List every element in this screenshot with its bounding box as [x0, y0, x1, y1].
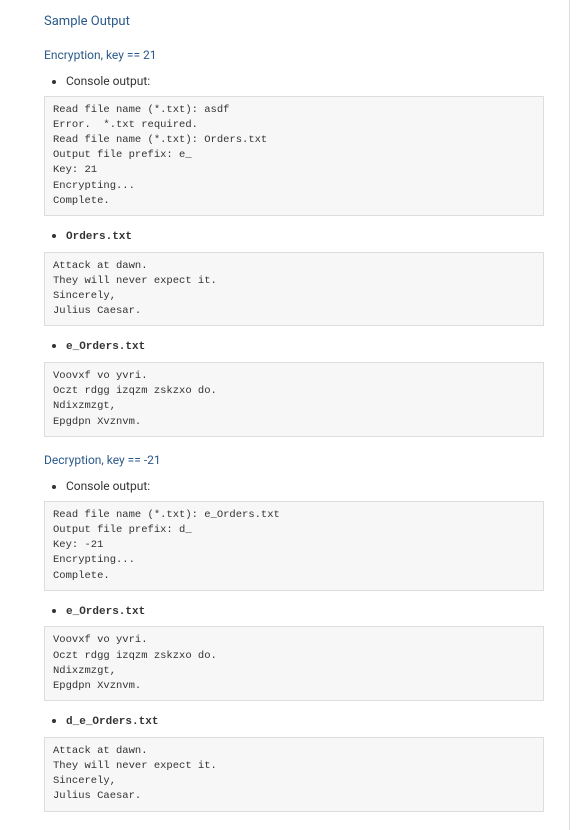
decryption-file1-label-list: e_Orders.txt [66, 601, 544, 621]
decryption-file2-label-list: d_e_Orders.txt [66, 711, 544, 731]
encryption-heading: Encryption, key == 21 [44, 46, 544, 64]
page-container: Sample Output Encryption, key == 21 Cons… [0, 0, 588, 830]
encryption-file2-label-list: e_Orders.txt [66, 336, 544, 356]
decryption-heading: Decryption, key == -21 [44, 451, 544, 469]
decryption-file2-label: d_e_Orders.txt [66, 716, 158, 728]
encryption-file2-label: e_Orders.txt [66, 341, 145, 353]
sample-output-heading: Sample Output [44, 12, 544, 32]
list-item: d_e_Orders.txt [66, 711, 544, 731]
list-item: e_Orders.txt [66, 601, 544, 621]
list-item: e_Orders.txt [66, 336, 544, 356]
encryption-console-label: Console output: [66, 72, 544, 90]
list-item: Orders.txt [66, 226, 544, 246]
decryption-console-output: Read file name (*.txt): e_Orders.txt Out… [44, 501, 544, 591]
encryption-file1-label-list: Orders.txt [66, 226, 544, 246]
encryption-file1-contents: Attack at dawn. They will never expect i… [44, 252, 544, 327]
encryption-file2-contents: Voovxf vo yvri. Oczt rdgg izqzm zskzxo d… [44, 362, 544, 437]
encryption-console-output: Read file name (*.txt): asdf Error. *.tx… [44, 96, 544, 217]
content-wrap: Sample Output Encryption, key == 21 Cons… [8, 12, 580, 812]
decryption-console-label: Console output: [66, 477, 544, 495]
decryption-file1-contents: Voovxf vo yvri. Oczt rdgg izqzm zskzxo d… [44, 626, 544, 701]
content-right-border [569, 0, 570, 830]
decryption-file2-contents: Attack at dawn. They will never expect i… [44, 737, 544, 812]
encryption-file1-label: Orders.txt [66, 231, 132, 243]
decryption-file1-label: e_Orders.txt [66, 606, 145, 618]
decryption-console-label-list: Console output: [66, 477, 544, 495]
encryption-console-label-list: Console output: [66, 72, 544, 90]
